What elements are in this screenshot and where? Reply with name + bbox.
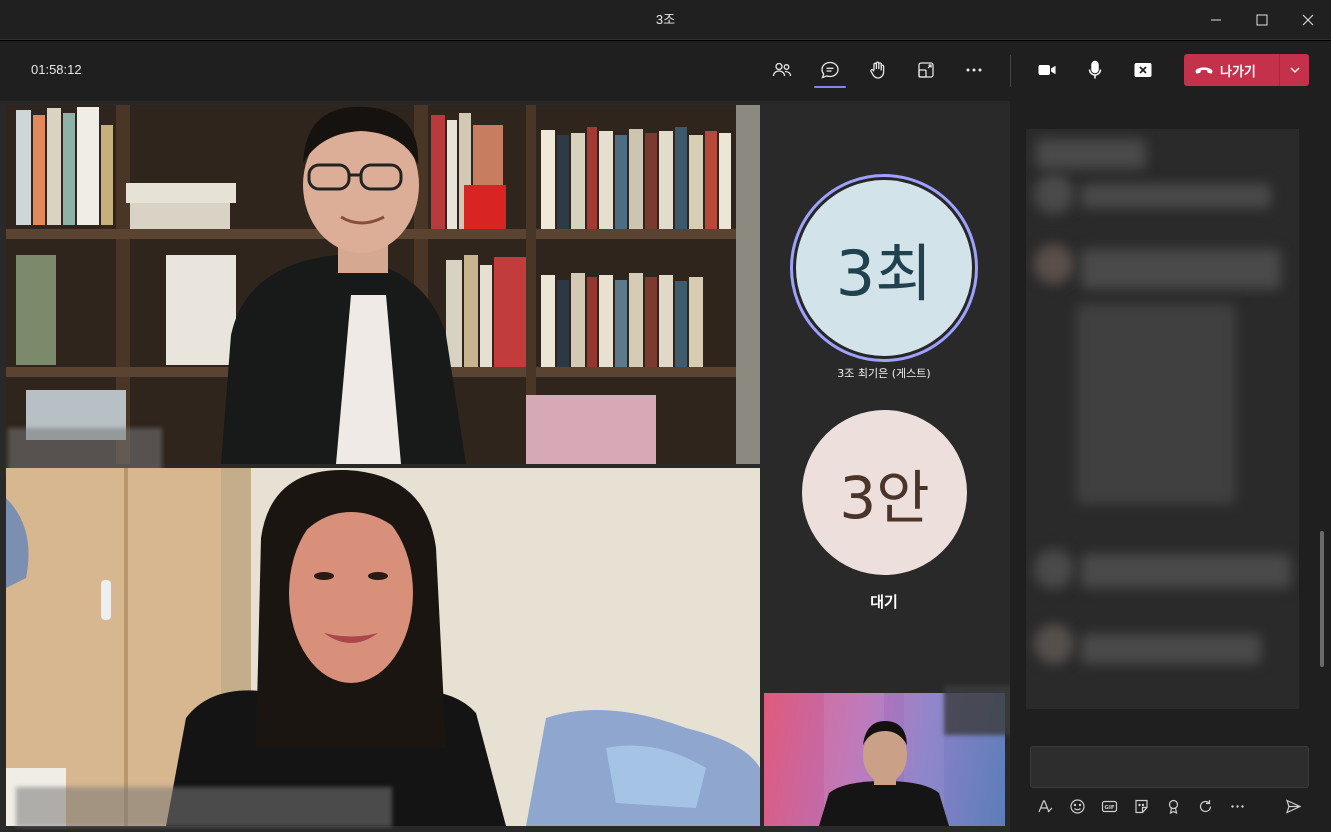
sticker-icon <box>1134 799 1148 813</box>
participant-avatar[interactable]: 3안 <box>802 410 967 575</box>
chevron-down-icon <box>1290 67 1299 73</box>
praise-button[interactable] <box>1161 794 1185 818</box>
share-screen-icon <box>1134 63 1152 77</box>
mic-icon <box>1088 60 1102 79</box>
meeting-timer: 01:58:12 <box>31 62 82 77</box>
avatar-initials: 3최 <box>796 180 972 356</box>
meeting-toolbar: 01:58:12 나가기 <box>0 41 1331 101</box>
gif-icon: GIF <box>1101 800 1117 812</box>
participant-name: 3조 최기은 (게스트) <box>837 367 931 380</box>
svg-text:GIF: GIF <box>1104 805 1115 811</box>
camera-button[interactable] <box>1030 53 1064 87</box>
loop-button[interactable] <box>1193 794 1217 818</box>
close-icon <box>1302 14 1314 26</box>
participant-avatar-speaking[interactable]: 3최 <box>790 174 978 362</box>
chat-panel: GIF <box>1010 101 1331 832</box>
participant-video-tile[interactable] <box>6 105 760 464</box>
emoji-button[interactable] <box>1065 794 1089 818</box>
camera-icon <box>1038 65 1056 75</box>
emoji-icon <box>1069 798 1085 814</box>
more-icon <box>1230 804 1244 808</box>
close-button[interactable] <box>1285 0 1331 40</box>
format-icon <box>1037 799 1052 812</box>
chat-compose-box[interactable] <box>1030 746 1309 788</box>
minimize-icon <box>1211 19 1221 21</box>
meeting-stage: 3최 3조 최기은 (게스트) 3안 대기 <box>0 101 1022 832</box>
share-tray-icon <box>918 62 934 78</box>
toolbar-divider <box>1010 55 1011 87</box>
leave-button[interactable]: 나가기 <box>1184 54 1309 86</box>
format-button[interactable] <box>1033 794 1057 818</box>
chat-messages-redacted[interactable] <box>1026 129 1299 709</box>
share-tray-button[interactable] <box>909 53 943 87</box>
microphone-button[interactable] <box>1078 53 1112 87</box>
raise-hand-icon <box>870 61 885 79</box>
raise-hand-button[interactable] <box>861 53 895 87</box>
more-options-button[interactable] <box>1225 794 1249 818</box>
participants-button[interactable] <box>765 53 799 87</box>
praise-icon <box>1168 799 1178 814</box>
compose-toolbar: GIF <box>1030 794 1320 818</box>
more-actions-button[interactable] <box>957 53 991 87</box>
window-title: 3조 <box>655 12 676 27</box>
leave-options-button[interactable] <box>1280 64 1309 76</box>
title-bar: 3조 <box>0 0 1331 40</box>
maximize-button[interactable] <box>1239 0 1285 40</box>
send-icon <box>1285 798 1301 814</box>
chat-icon <box>821 61 839 79</box>
participant-video-tile[interactable] <box>6 468 760 826</box>
loop-icon <box>1199 799 1211 812</box>
chat-scrollbar[interactable] <box>1320 531 1324 667</box>
hang-up-icon <box>1195 67 1213 74</box>
sticker-button[interactable] <box>1129 794 1153 818</box>
people-icon <box>772 62 792 77</box>
send-button[interactable] <box>1281 794 1305 818</box>
participant-status: 대기 <box>870 593 898 611</box>
participant-name-label-redacted <box>16 787 392 827</box>
maximize-icon <box>1256 14 1268 26</box>
gif-button[interactable]: GIF <box>1097 794 1121 818</box>
stop-sharing-button[interactable] <box>1126 53 1160 87</box>
more-icon <box>966 68 982 72</box>
video-feed-image <box>6 468 760 826</box>
leave-label: 나가기 <box>1220 64 1256 80</box>
chat-button[interactable] <box>813 53 847 88</box>
minimize-button[interactable] <box>1193 0 1239 40</box>
leave-main[interactable]: 나가기 <box>1184 54 1280 86</box>
video-feed-image <box>6 105 760 464</box>
